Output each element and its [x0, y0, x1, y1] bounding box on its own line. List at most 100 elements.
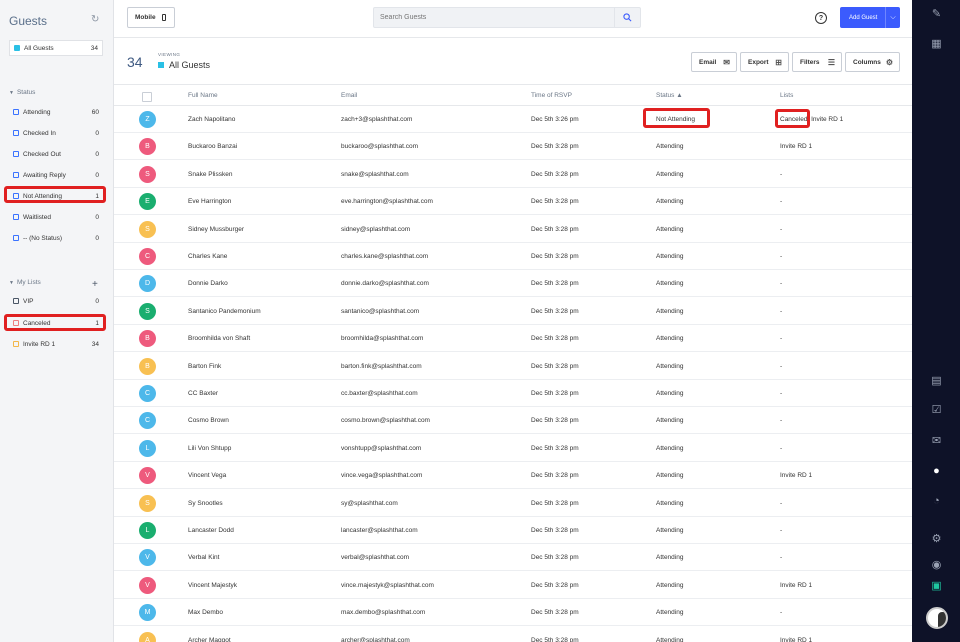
guest-name[interactable]: Verbal Kint	[188, 554, 219, 561]
table-row[interactable]: S Santanico Pandemonium santanico@splashth…	[114, 298, 912, 325]
filter-label: Checked Out	[23, 150, 61, 158]
table-row[interactable]: L Lancaster Dodd lancaster@splashthat.com D…	[114, 517, 912, 544]
guest-email: verbal@splashthat.com	[341, 554, 410, 562]
guest-lists: -	[780, 609, 783, 617]
guest-name[interactable]: Charles Kane	[188, 253, 227, 260]
col-status[interactable]: Status ▲	[656, 92, 683, 99]
checkbox-icon	[13, 235, 19, 241]
table-row[interactable]: S Snake Plissken snake@splashthat.com Dec 5…	[114, 161, 912, 188]
guest-name[interactable]: Lancaster Dodd	[188, 527, 234, 534]
guest-name[interactable]: Eve Harrington	[188, 198, 231, 205]
add-list-icon[interactable]: +	[92, 279, 98, 290]
filter-status-item[interactable]: Checked In 0	[9, 125, 103, 141]
guest-email: barton.fink@splashthat.com	[341, 362, 422, 370]
avatar: V	[139, 467, 156, 485]
col-full-name[interactable]: Full Name	[188, 92, 218, 99]
guest-count: 34	[127, 54, 143, 70]
guest-name[interactable]: Sy Snootles	[188, 500, 223, 507]
table-row[interactable]: V Verbal Kint verbal@splashthat.com Dec 5th…	[114, 544, 912, 572]
mail-icon[interactable]: ✉	[930, 435, 943, 448]
lists-section-header[interactable]: ▼ My Lists	[9, 279, 41, 286]
guest-name[interactable]: Zach Napolitano	[188, 116, 235, 123]
filter-count: 0	[95, 150, 99, 158]
pencil-icon[interactable]: ✎	[930, 8, 943, 21]
save-icon[interactable]: ▣	[930, 580, 943, 593]
table-row[interactable]: M Max Dembo max.dembo@splashthat.com Dec 5t…	[114, 599, 912, 627]
guest-lists: -	[780, 527, 783, 534]
guest-name[interactable]: Sidney Mussburger	[188, 226, 244, 233]
guest-lists: -	[780, 170, 783, 178]
rsvp-time: Dec 5th 3:28 pm	[531, 499, 579, 507]
filters-button[interactable]: Filters ☰	[792, 52, 842, 72]
guest-lists: -	[780, 390, 783, 397]
guest-status: Attending	[656, 472, 684, 480]
table-row[interactable]: D Donnie Darko donnie.darko@splashthat.com…	[114, 270, 912, 298]
export-button[interactable]: Export ⊞	[740, 52, 789, 72]
avatar[interactable]	[926, 607, 948, 629]
rsvp-time: Dec 5th 3:28 pm	[531, 417, 579, 425]
guest-name[interactable]: CC Baxter	[188, 390, 218, 397]
col-email[interactable]: Email	[341, 92, 357, 99]
table-row[interactable]: B Buckaroo Banzai buckaroo@splashthat.com D…	[114, 133, 912, 161]
gear-icon[interactable]: ⚙	[930, 533, 943, 546]
table-row[interactable]: S Sy Snootles sy@splashthat.com Dec 5th 3:2…	[114, 490, 912, 517]
status-section-header[interactable]: ▼ Status	[9, 89, 35, 96]
add-guest-label: Add Guest	[849, 14, 878, 21]
guest-name[interactable]: Barton Fink	[188, 363, 221, 370]
checklist-icon[interactable]: ☑	[930, 404, 943, 417]
chevron-down-icon[interactable]: ⌵	[885, 7, 900, 28]
table-row[interactable]: E Eve Harrington eve.harrington@splashthat…	[114, 188, 912, 216]
guest-name[interactable]: Max Dembo	[188, 609, 223, 616]
highlight-box	[4, 186, 106, 203]
table-row[interactable]: A Archer Maggot archer@splashthat.com Dec 5…	[114, 627, 912, 642]
table-row[interactable]: B Barton Fink barton.fink@splashthat.com De…	[114, 353, 912, 380]
guest-name[interactable]: Vincent Majestyk	[188, 582, 237, 589]
table-row[interactable]: B Broomhilda von Shaft broomhilda@splashth…	[114, 325, 912, 353]
col-lists[interactable]: Lists	[780, 92, 793, 99]
filter-status-item[interactable]: Waitlisted 0	[9, 209, 103, 225]
table-row[interactable]: C Charles Kane charles.kane@splashthat.com…	[114, 243, 912, 270]
select-all-checkbox[interactable]	[142, 92, 152, 102]
guest-name[interactable]: Vincent Vega	[188, 472, 226, 479]
guest-name[interactable]: Lili Von Shtupp	[188, 445, 231, 452]
eye-icon[interactable]: ◉	[930, 559, 943, 572]
refresh-icon[interactable]: ↻	[91, 15, 101, 25]
guest-email: santanico@splashthat.com	[341, 307, 420, 315]
filter-status-item[interactable]: -- (No Status) 0	[9, 230, 103, 246]
guest-name[interactable]: Archer Maggot	[188, 637, 231, 642]
table-row[interactable]: C Cosmo Brown cosmo.brown@splashthat.com De…	[114, 407, 912, 435]
add-guest-button[interactable]: Add Guest ⌵	[840, 7, 900, 28]
mobile-label: Mobile	[135, 14, 156, 21]
rsvp-time: Dec 5th 3:28 pm	[531, 527, 579, 534]
help-icon[interactable]: ?	[815, 12, 827, 24]
layout-icon[interactable]: ▦	[930, 38, 943, 51]
mobile-button[interactable]: Mobile	[127, 7, 175, 28]
pie-chart-icon[interactable]: ◔	[930, 495, 943, 508]
col-time[interactable]: Time of RSVP	[531, 92, 572, 99]
search-input[interactable]	[374, 8, 604, 27]
filter-status-item[interactable]: Checked Out 0	[9, 146, 103, 162]
table-row[interactable]: C CC Baxter cc.baxter@splashthat.com Dec 5t…	[114, 380, 912, 407]
document-icon[interactable]: ▤	[930, 375, 943, 388]
guest-name[interactable]: Snake Plissken	[188, 171, 232, 178]
highlight-box	[643, 108, 710, 128]
user-icon[interactable]: ●	[930, 465, 943, 478]
filter-list-item[interactable]: VIP 0	[9, 293, 103, 309]
filter-status-item[interactable]: Attending 60	[9, 104, 103, 120]
filter-all-guests[interactable]: All Guests 34	[9, 40, 103, 56]
table-row[interactable]: V Vincent Majestyk vince.majestyk@splashth…	[114, 572, 912, 599]
guest-name[interactable]: Donnie Darko	[188, 280, 228, 287]
table-row[interactable]: S Sidney Mussburger sidney@splashthat.com D…	[114, 216, 912, 243]
filter-status-item[interactable]: Awaiting Reply 0	[9, 167, 103, 183]
guest-name[interactable]: Buckaroo Banzai	[188, 143, 237, 150]
table-row[interactable]: V Vincent Vega vince.vega@splashthat.com De…	[114, 462, 912, 490]
guest-name[interactable]: Cosmo Brown	[188, 417, 229, 424]
search-box	[373, 7, 641, 28]
table-row[interactable]: L Lili Von Shtupp vonshtupp@splashthat.com…	[114, 435, 912, 462]
email-button[interactable]: Email ✉	[691, 52, 737, 72]
filter-list-item[interactable]: Invite RD 1 34	[9, 336, 103, 352]
guest-name[interactable]: Broomhilda von Shaft	[188, 335, 250, 342]
search-icon[interactable]	[614, 8, 640, 27]
columns-button[interactable]: Columns ⚙	[845, 52, 900, 72]
guest-name[interactable]: Santanico Pandemonium	[188, 308, 261, 315]
